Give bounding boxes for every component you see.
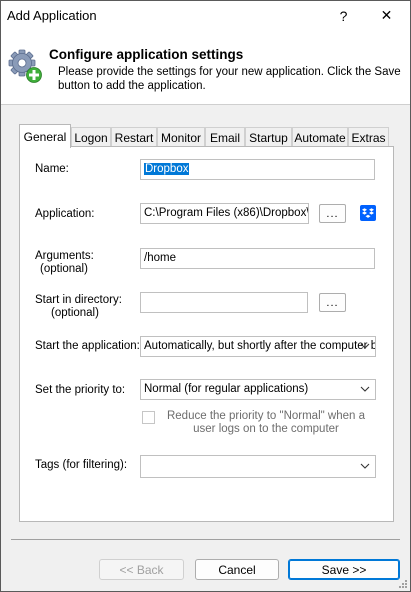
priority-label: Set the priority to: <box>35 384 126 396</box>
cancel-button[interactable]: Cancel <box>195 559 279 580</box>
priority-value: Normal (for regular applications) <box>144 383 309 395</box>
add-application-dialog: Add Application ? ✕ Configure applicatio… <box>0 0 411 592</box>
tab-startup[interactable]: Startup <box>245 127 292 147</box>
arguments-label: Arguments: <box>35 250 94 262</box>
resize-grip-icon[interactable] <box>398 579 408 589</box>
window-title: Add Application <box>7 8 97 23</box>
tab-general[interactable]: General <box>19 124 71 148</box>
application-path-field[interactable]: C:\Program Files (x86)\Dropbox\Cl <box>140 203 309 224</box>
dropbox-icon <box>360 205 376 221</box>
header-title: Configure application settings <box>49 47 244 62</box>
tab-restart[interactable]: Restart <box>111 127 157 147</box>
tags-label: Tags (for filtering): <box>35 459 128 471</box>
close-button[interactable]: ✕ <box>364 1 409 30</box>
tab-automate[interactable]: Automate <box>292 127 348 147</box>
reduce-priority-label: Reduce the priority to "Normal" when a u… <box>166 410 365 435</box>
arguments-optional-label: (optional) <box>40 263 88 275</box>
start-directory-label: Start in directory: <box>35 294 122 306</box>
browse-application-button[interactable]: ... <box>319 204 346 223</box>
name-field-value: Dropbox <box>144 163 190 175</box>
name-label: Name: <box>35 163 69 175</box>
start-application-dropdown[interactable]: Automatically, but shortly after the com… <box>140 336 376 357</box>
tags-combobox[interactable] <box>140 455 376 478</box>
start-application-label: Start the application: <box>35 340 140 352</box>
start-directory-optional-label: (optional) <box>51 307 99 319</box>
arguments-field[interactable]: /home <box>140 248 375 269</box>
back-button[interactable]: << Back <box>99 559 184 580</box>
chevron-down-icon <box>360 343 370 349</box>
dialog-header: Configure application settings Please pr… <box>1 30 410 105</box>
name-field[interactable]: Dropbox <box>140 159 375 180</box>
chevron-down-icon <box>360 463 370 469</box>
header-description: Please provide the settings for your new… <box>58 66 401 92</box>
application-label: Application: <box>35 208 95 220</box>
reduce-priority-checkbox[interactable] <box>142 411 155 424</box>
start-directory-field[interactable] <box>140 292 308 313</box>
priority-dropdown[interactable]: Normal (for regular applications) <box>140 379 376 400</box>
start-application-value: Automatically, but shortly after the com… <box>144 340 376 352</box>
tab-email[interactable]: Email <box>205 127 245 147</box>
chevron-down-icon <box>360 386 370 392</box>
help-button[interactable]: ? <box>321 1 366 30</box>
save-button[interactable]: Save >> <box>288 559 400 580</box>
tab-logon[interactable]: Logon <box>71 127 111 147</box>
title-bar: Add Application ? ✕ <box>1 1 410 30</box>
tab-extras[interactable]: Extras <box>348 127 389 147</box>
tab-monitor[interactable]: Monitor <box>157 127 205 147</box>
footer-separator <box>11 539 400 540</box>
gear-add-icon <box>8 49 42 83</box>
browse-directory-button[interactable]: ... <box>319 293 346 312</box>
